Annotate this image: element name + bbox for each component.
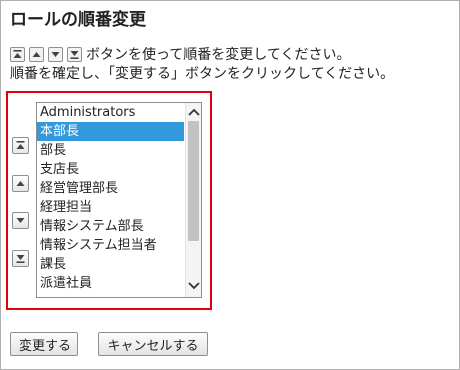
move-up-button[interactable] bbox=[12, 175, 29, 192]
list-item[interactable]: 情報システム担当者 bbox=[37, 236, 184, 255]
move-up-icon bbox=[16, 181, 25, 186]
move-bottom-button[interactable] bbox=[12, 250, 29, 267]
move-bottom-icon bbox=[16, 255, 25, 263]
list-item[interactable]: 支店長 bbox=[37, 160, 184, 179]
move-down-icon bbox=[48, 47, 63, 62]
list-item[interactable]: 派遣社員 bbox=[37, 274, 184, 293]
move-up-icon bbox=[29, 47, 44, 62]
move-top-button[interactable] bbox=[12, 137, 29, 154]
scroll-thumb[interactable] bbox=[188, 121, 199, 241]
list-item[interactable]: 部長 bbox=[37, 141, 184, 160]
listbox-scrollbar[interactable] bbox=[185, 103, 201, 297]
list-item[interactable]: 経営管理部長 bbox=[37, 179, 184, 198]
chevron-down-icon bbox=[188, 282, 200, 290]
move-bottom-icon bbox=[67, 47, 82, 62]
chevron-up-icon bbox=[188, 108, 200, 116]
submit-button[interactable]: 変更する bbox=[10, 332, 78, 356]
page-title: ロールの順番変更 bbox=[10, 10, 146, 30]
move-top-icon bbox=[16, 141, 25, 149]
instructions-line-1: ボタンを使って順番を変更してください。 bbox=[10, 46, 394, 65]
role-listbox[interactable]: Administrators 本部長 部長 支店長 経営管理部長 経理担当 情報… bbox=[36, 102, 202, 298]
list-item[interactable]: Administrators bbox=[37, 103, 184, 122]
move-down-icon bbox=[16, 218, 25, 223]
list-item[interactable]: 経理担当 bbox=[37, 198, 184, 217]
instructions-text-1: ボタンを使って順番を変更してください。 bbox=[86, 47, 351, 63]
list-item[interactable]: 課長 bbox=[37, 255, 184, 274]
instructions-line-2: 順番を確定し、「変更する」ボタンをクリックしてください。 bbox=[10, 66, 395, 82]
cancel-button[interactable]: キャンセルする bbox=[98, 332, 208, 356]
scroll-up-arrow[interactable] bbox=[187, 105, 201, 119]
scroll-down-arrow[interactable] bbox=[187, 279, 201, 293]
list-item[interactable]: 情報システム部長 bbox=[37, 217, 184, 236]
instructions: ボタンを使って順番を変更してください。 順番を確定し、「変更する」ボタンをクリッ… bbox=[10, 46, 394, 84]
list-item-selected[interactable]: 本部長 bbox=[37, 122, 184, 141]
move-top-icon bbox=[10, 47, 25, 62]
move-down-button[interactable] bbox=[12, 212, 29, 229]
role-list: Administrators 本部長 部長 支店長 経営管理部長 経理担当 情報… bbox=[37, 103, 184, 293]
